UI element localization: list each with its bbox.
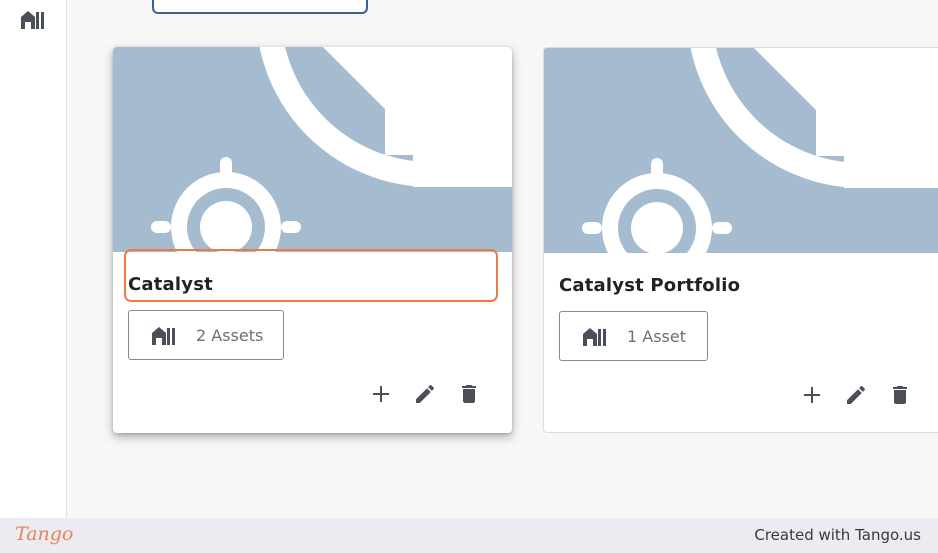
card-title[interactable]: Catalyst Portfolio <box>559 275 740 296</box>
trash-icon[interactable] <box>447 380 491 408</box>
assets-building-icon <box>150 324 178 346</box>
plus-icon[interactable] <box>359 380 403 408</box>
tango-footer: Tango Created with Tango.us <box>0 518 938 553</box>
assets-count-label: 1 Asset <box>627 326 686 346</box>
assets-count-button[interactable]: 1 Asset <box>559 311 708 361</box>
search-input[interactable] <box>152 0 368 14</box>
assets-count-button[interactable]: 2 Assets <box>128 310 284 360</box>
assets-count-label: 2 Assets <box>196 325 264 345</box>
pencil-icon[interactable] <box>403 380 447 408</box>
portfolio-card-catalyst[interactable]: Catalyst 2 Assets <box>113 47 512 433</box>
title-highlight <box>124 249 498 302</box>
card-actions <box>790 381 922 409</box>
plus-icon[interactable] <box>790 381 834 409</box>
tango-logo: Tango <box>15 523 74 545</box>
assets-building-icon <box>581 325 609 347</box>
footer-credit: Created with Tango.us <box>754 526 921 544</box>
pencil-icon[interactable] <box>834 381 878 409</box>
card-banner-image <box>544 48 938 253</box>
portfolio-card-catalyst-portfolio[interactable]: Catalyst Portfolio 1 Asset <box>543 47 938 433</box>
card-banner-image <box>113 47 512 252</box>
assets-building-icon[interactable] <box>20 8 46 30</box>
card-actions <box>359 380 491 408</box>
trash-icon[interactable] <box>878 381 922 409</box>
sidebar <box>0 0 67 518</box>
